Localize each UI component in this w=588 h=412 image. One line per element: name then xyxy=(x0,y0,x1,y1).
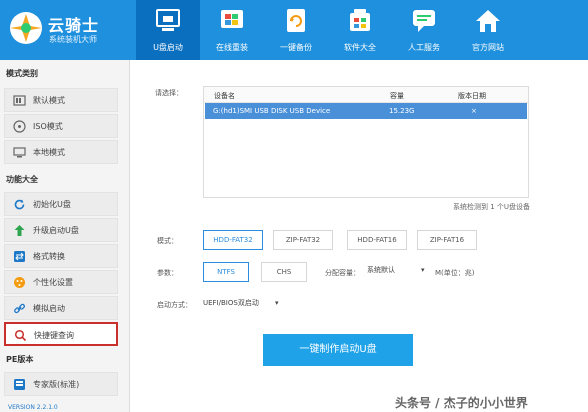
col-header-size: 容量 xyxy=(390,92,404,100)
param-chs[interactable]: CHS xyxy=(261,262,307,282)
logo-icon xyxy=(10,12,42,44)
col-header-date: 版本日期 xyxy=(458,92,486,100)
sidebar-item-hotkey-query[interactable]: 快捷键查询 xyxy=(4,322,118,346)
nav-label: 人工服务 xyxy=(408,43,440,52)
sidebar-item-label: 模拟启动 xyxy=(33,304,65,313)
upgrade-arrow-icon xyxy=(14,225,25,236)
nav-label: 在线重装 xyxy=(216,43,248,52)
disc-icon xyxy=(13,120,26,133)
app-subtitle: 系统装机大师 xyxy=(49,35,97,44)
sidebar-item-label: ISO模式 xyxy=(33,122,63,131)
sidebar-item-simulate-boot[interactable]: 模拟启动 xyxy=(4,296,118,320)
windows-icon xyxy=(221,10,243,28)
nav-label: 一键备份 xyxy=(280,43,312,52)
home-icon xyxy=(476,10,500,32)
app-title: 云骑士 xyxy=(48,16,100,35)
nav-backup[interactable]: 一键备份 xyxy=(264,0,328,60)
nav-service[interactable]: 人工服务 xyxy=(392,0,456,60)
sidebar-item-pe-expert[interactable]: 专家版(标准) xyxy=(4,372,118,396)
app-header: 云骑士 系统装机大师 U盘启动 在线重装 一键备份 软件大全 人工服务 官方网站 xyxy=(0,0,588,60)
chevron-down-icon: ▾ xyxy=(275,299,279,307)
mode-zip-fat16[interactable]: ZIP-FAT16 xyxy=(417,230,477,250)
sidebar-item-label: 专家版(标准) xyxy=(33,380,80,389)
unit-label: M(单位：兆) xyxy=(435,269,475,277)
section-title-pe: PE版本 xyxy=(6,355,34,364)
device-count-status: 系统检测到 1 个U盘设备 xyxy=(452,203,530,211)
software-box-icon xyxy=(350,9,370,31)
version-text: VERSION 2.2.1.0 xyxy=(8,404,58,411)
sidebar-item-iso-mode[interactable]: ISO模式 xyxy=(4,114,118,138)
mode-zip-fat32[interactable]: ZIP-FAT32 xyxy=(273,230,333,250)
usb-boot-icon xyxy=(156,9,180,31)
nav-label: 官方网站 xyxy=(472,43,504,52)
device-date: × xyxy=(471,107,477,115)
sidebar-item-personalize[interactable]: 个性化设置 xyxy=(4,270,118,294)
sidebar-item-label: 初始化U盘 xyxy=(33,200,71,209)
alloc-select[interactable]: 系统默认 ▾ xyxy=(367,262,429,278)
param-ntfs[interactable]: NTFS xyxy=(203,262,249,282)
alloc-label: 分配容量： xyxy=(325,269,360,277)
mode-label: 模式： xyxy=(157,237,178,245)
convert-icon xyxy=(14,251,25,262)
sidebar-item-local-mode[interactable]: 本地模式 xyxy=(4,140,118,164)
main-content: 请选择： 设备名 容量 版本日期 G:(hd1)SMI USB DISK USB… xyxy=(131,60,588,412)
sidebar-item-format-convert[interactable]: 格式转换 xyxy=(4,244,118,268)
nav-online-reinstall[interactable]: 在线重装 xyxy=(200,0,264,60)
top-nav: U盘启动 在线重装 一键备份 软件大全 人工服务 官方网站 xyxy=(136,0,520,60)
palette-icon xyxy=(14,277,25,288)
select-label: 请选择： xyxy=(155,89,183,97)
link-icon xyxy=(14,303,25,314)
monitor-icon xyxy=(13,147,26,158)
sidebar-item-label: 升级启动U盘 xyxy=(33,226,79,235)
sidebar: 模式类别 默认模式 ISO模式 本地模式 功能大全 初始化U盘 升级启动U盘 格… xyxy=(0,60,130,412)
boot-label: 启动方式： xyxy=(157,301,192,309)
search-icon xyxy=(14,329,27,342)
nav-software[interactable]: 软件大全 xyxy=(328,0,392,60)
nav-usb-boot[interactable]: U盘启动 xyxy=(136,0,200,60)
sidebar-item-label: 格式转换 xyxy=(33,252,65,261)
default-mode-icon xyxy=(13,95,26,106)
alloc-value: 系统默认 xyxy=(367,266,395,274)
sidebar-item-label: 本地模式 xyxy=(33,148,65,157)
sidebar-item-init-usb[interactable]: 初始化U盘 xyxy=(4,192,118,216)
chat-service-icon xyxy=(413,10,435,32)
device-size: 15.23G xyxy=(389,107,415,115)
nav-label: U盘启动 xyxy=(153,43,183,52)
sidebar-item-label: 快捷键查询 xyxy=(34,331,74,340)
make-boot-usb-button[interactable]: 一键制作启动U盘 xyxy=(263,334,413,366)
device-table: 设备名 容量 版本日期 G:(hd1)SMI USB DISK USB Devi… xyxy=(203,86,529,198)
pe-version-icon xyxy=(14,379,25,390)
device-name: G:(hd1)SMI USB DISK USB Device xyxy=(213,107,331,115)
app-logo: 云骑士 系统装机大师 xyxy=(6,6,126,52)
sidebar-item-default-mode[interactable]: 默认模式 xyxy=(4,88,118,112)
sidebar-item-upgrade-usb[interactable]: 升级启动U盘 xyxy=(4,218,118,242)
watermark-text: 头条号 / 杰子的小小世界 xyxy=(395,396,528,410)
boot-mode-select[interactable]: UEFI/BIOS双启动 ▾ xyxy=(203,295,287,311)
table-row[interactable]: G:(hd1)SMI USB DISK USB Device 15.23G × xyxy=(205,103,527,119)
nav-label: 软件大全 xyxy=(344,43,376,52)
mode-hdd-fat32[interactable]: HDD-FAT32 xyxy=(203,230,263,250)
table-header: 设备名 容量 版本日期 xyxy=(204,87,528,103)
chevron-down-icon: ▾ xyxy=(421,266,425,274)
col-header-name: 设备名 xyxy=(214,92,235,100)
sidebar-item-label: 默认模式 xyxy=(33,96,65,105)
sidebar-item-label: 个性化设置 xyxy=(33,278,73,287)
boot-value: UEFI/BIOS双启动 xyxy=(203,299,259,307)
mode-hdd-fat16[interactable]: HDD-FAT16 xyxy=(347,230,407,250)
params-label: 参数： xyxy=(157,269,178,277)
section-title-modes: 模式类别 xyxy=(6,69,38,78)
refresh-icon xyxy=(14,199,25,210)
nav-website[interactable]: 官方网站 xyxy=(456,0,520,60)
section-title-features: 功能大全 xyxy=(6,175,38,184)
backup-icon xyxy=(287,9,305,32)
